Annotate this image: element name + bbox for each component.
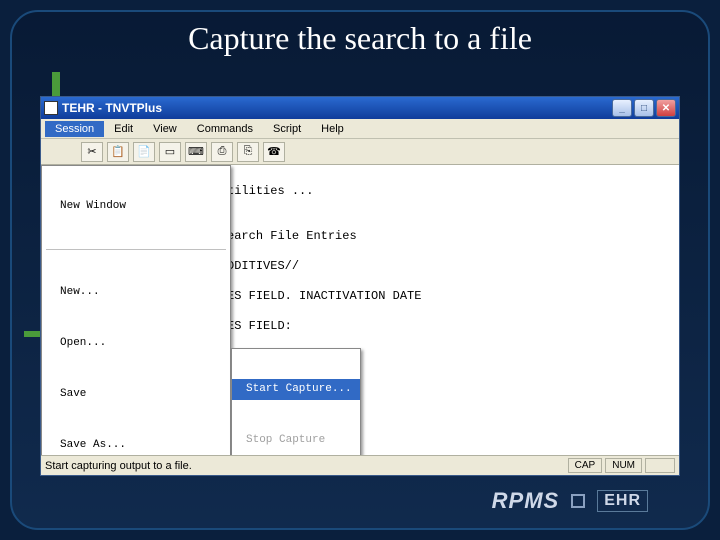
menu-separator — [46, 249, 226, 250]
submenu-start-capture[interactable]: Start Capture... — [232, 379, 360, 400]
menu-item-new[interactable]: New... — [42, 282, 230, 303]
menu-item-new-window[interactable]: New Window — [42, 196, 230, 217]
logo-ehr: EHR — [597, 490, 648, 512]
window-title: TEHR - TNVTPlus — [62, 101, 162, 115]
app-icon: ▣ — [44, 101, 58, 115]
footer-logo: RPMS EHR — [492, 488, 648, 514]
menu-edit[interactable]: Edit — [104, 121, 143, 137]
menu-view[interactable]: View — [143, 121, 187, 137]
maximize-button[interactable]: □ — [634, 99, 654, 117]
status-num: NUM — [605, 458, 642, 473]
menu-help[interactable]: Help — [311, 121, 354, 137]
toolbar: ✂ 📋 📄 ▭ ⌨ ⎙ ⎘ ☎ — [41, 139, 679, 165]
titlebar: ▣ TEHR - TNVTPlus _ □ ✕ — [41, 97, 679, 119]
close-button[interactable]: ✕ — [656, 99, 676, 117]
toolbar-button[interactable]: ☎ — [263, 142, 285, 162]
menu-item-open[interactable]: Open... — [42, 333, 230, 354]
toolbar-button[interactable]: 📋 — [107, 142, 129, 162]
app-window: ▣ TEHR - TNVTPlus _ □ ✕ Session Edit Vie… — [40, 96, 680, 476]
terminal-area[interactable]: Utilities ... . Search File Entries ADDI… — [41, 165, 679, 455]
menubar: Session Edit View Commands Script Help — [41, 119, 679, 139]
menu-item-save[interactable]: Save — [42, 384, 230, 405]
statusbar: Start capturing output to a file. CAP NU… — [41, 455, 679, 475]
status-message: Start capturing output to a file. — [45, 460, 565, 472]
submenu-stop-capture: Stop Capture — [232, 430, 360, 451]
menu-commands[interactable]: Commands — [187, 121, 263, 137]
status-cap: CAP — [568, 458, 603, 473]
toolbar-button[interactable]: ⎙ — [211, 142, 233, 162]
toolbar-button[interactable]: ▭ — [159, 142, 181, 162]
menu-item-save-as[interactable]: Save As... — [42, 435, 230, 455]
slide-title: Capture the search to a file — [12, 12, 708, 61]
toolbar-button[interactable]: ⌨ — [185, 142, 207, 162]
logo-separator-icon — [571, 494, 585, 508]
toolbar-button[interactable]: ✂ — [81, 142, 103, 162]
menu-session[interactable]: Session — [45, 121, 104, 137]
capture-submenu: Start Capture... Stop Capture Play Back.… — [231, 348, 361, 455]
menu-script[interactable]: Script — [263, 121, 311, 137]
toolbar-button[interactable]: 📄 — [133, 142, 155, 162]
logo-rpms: RPMS — [492, 488, 560, 514]
toolbar-button[interactable]: ⎘ — [237, 142, 259, 162]
minimize-button[interactable]: _ — [612, 99, 632, 117]
session-dropdown-menu: New Window New... Open... Save Save As..… — [41, 165, 231, 455]
status-blank — [645, 458, 675, 473]
